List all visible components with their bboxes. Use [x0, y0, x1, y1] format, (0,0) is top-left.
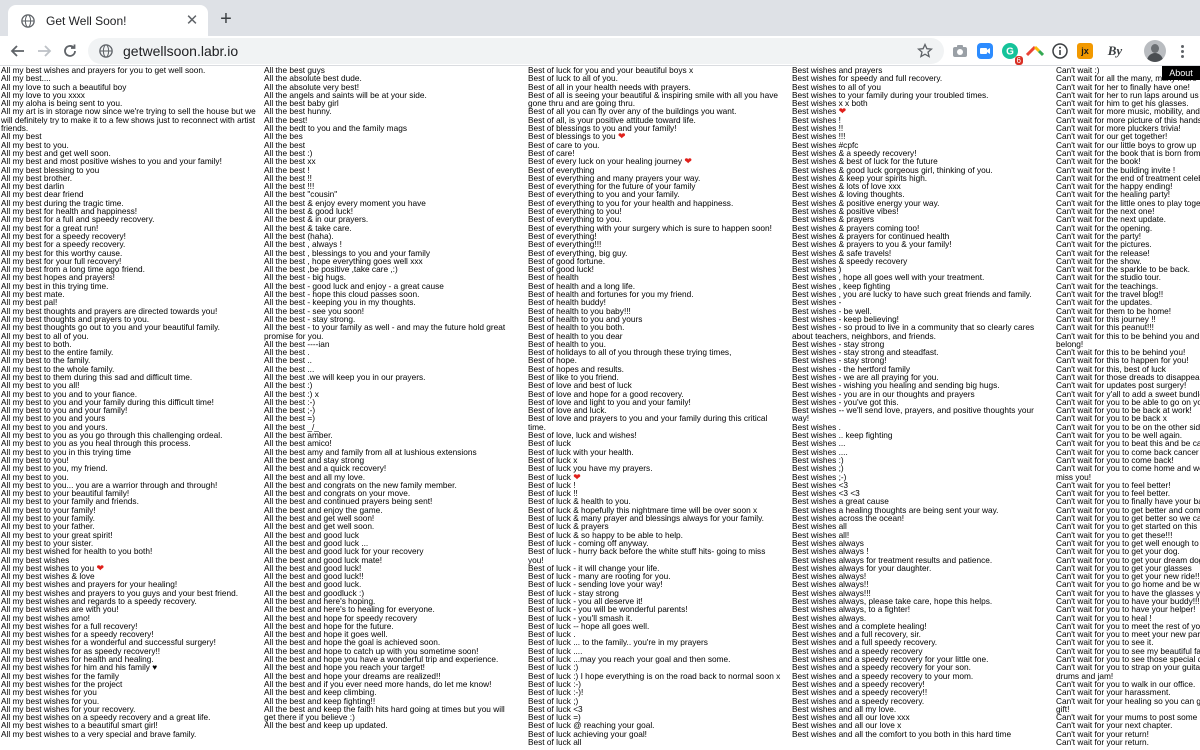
globe-icon: [20, 13, 36, 29]
avatar[interactable]: [1144, 40, 1166, 62]
close-icon[interactable]: ✕: [184, 12, 200, 29]
message-column-2: All the best guys All the absolute best d…: [264, 66, 518, 750]
by-icon[interactable]: By: [1105, 41, 1125, 61]
grammarly-icon[interactable]: G 6: [1000, 41, 1023, 65]
message-item: All my best wishes to a very special and…: [1, 728, 197, 739]
message-item: Best wishes -- we'll send love, prayers,…: [792, 405, 1034, 424]
message-item: All the best and keep the faith hits har…: [264, 703, 505, 723]
message-item: All the best - to your family as well - …: [264, 322, 506, 341]
message-column-5: Can't wait :) Can't wait for all the many…: [1056, 66, 1200, 750]
reload-icon[interactable]: [58, 39, 82, 63]
message-item: Can't wait for your return.: [1056, 737, 1149, 748]
message-column-4: Best wishes and prayers Best wishes for s…: [792, 66, 1047, 750]
avatar-body: [1147, 53, 1163, 62]
heart-icon: ❤: [96, 562, 104, 573]
message-item: Best of all is seeing your beautiful & i…: [528, 89, 778, 109]
address-bar[interactable]: getwellsoon.labr.io: [88, 38, 944, 64]
forward-arrow-icon[interactable]: [32, 39, 56, 63]
extension-badge: 6: [1014, 56, 1023, 65]
browser-toolbar: getwellsoon.labr.io G 6 jx By: [0, 36, 1200, 66]
tab-strip: Get Well Soon! ✕ +: [0, 0, 1200, 36]
new-tab-button[interactable]: +: [216, 9, 236, 29]
camera-icon[interactable]: [950, 41, 970, 61]
messages-page: All my best wishes and prayers for you t…: [0, 66, 1200, 750]
url-text[interactable]: getwellsoon.labr.io: [123, 43, 916, 59]
message-item: All the best and keep up updated.: [264, 720, 388, 731]
message-item: Best of love and prayers to you and your…: [528, 413, 768, 432]
message-item: Best of luck - hurry back before the whi…: [528, 546, 766, 565]
tab-get-well-soon[interactable]: Get Well Soon! ✕: [8, 5, 208, 36]
message-column-3: Best of luck for you and your beautiful …: [528, 66, 783, 750]
avatar-head: [1151, 44, 1159, 53]
info-icon[interactable]: [1050, 41, 1070, 61]
message-item: Best wishes - so proud to live in a comm…: [792, 322, 1035, 341]
back-arrow-icon[interactable]: [6, 39, 30, 63]
jx-icon[interactable]: jx: [1075, 41, 1095, 61]
star-icon[interactable]: [916, 42, 934, 60]
heart-icon: ❤: [684, 156, 692, 167]
menu-dots-icon[interactable]: [1172, 41, 1192, 61]
message-item: Best wishes and all the comfort to you b…: [792, 728, 1012, 739]
about-tooltip: About: [1162, 66, 1200, 80]
svg-text:G: G: [1006, 47, 1014, 58]
tab-title: Get Well Soon!: [46, 13, 127, 28]
zoom-video-icon[interactable]: [975, 41, 995, 61]
message-item: Best of luck all: [528, 737, 582, 748]
message-item: All my art is in storage now since we're…: [1, 106, 256, 134]
colored-chevron-icon[interactable]: [1025, 41, 1045, 61]
globe-icon: [98, 43, 114, 59]
heart-icon: ❤: [617, 131, 626, 142]
message-column-1: All my best wishes and prayers for you t…: [1, 66, 256, 750]
message-item: Can't wait for your healing so you can g…: [1056, 695, 1200, 706]
